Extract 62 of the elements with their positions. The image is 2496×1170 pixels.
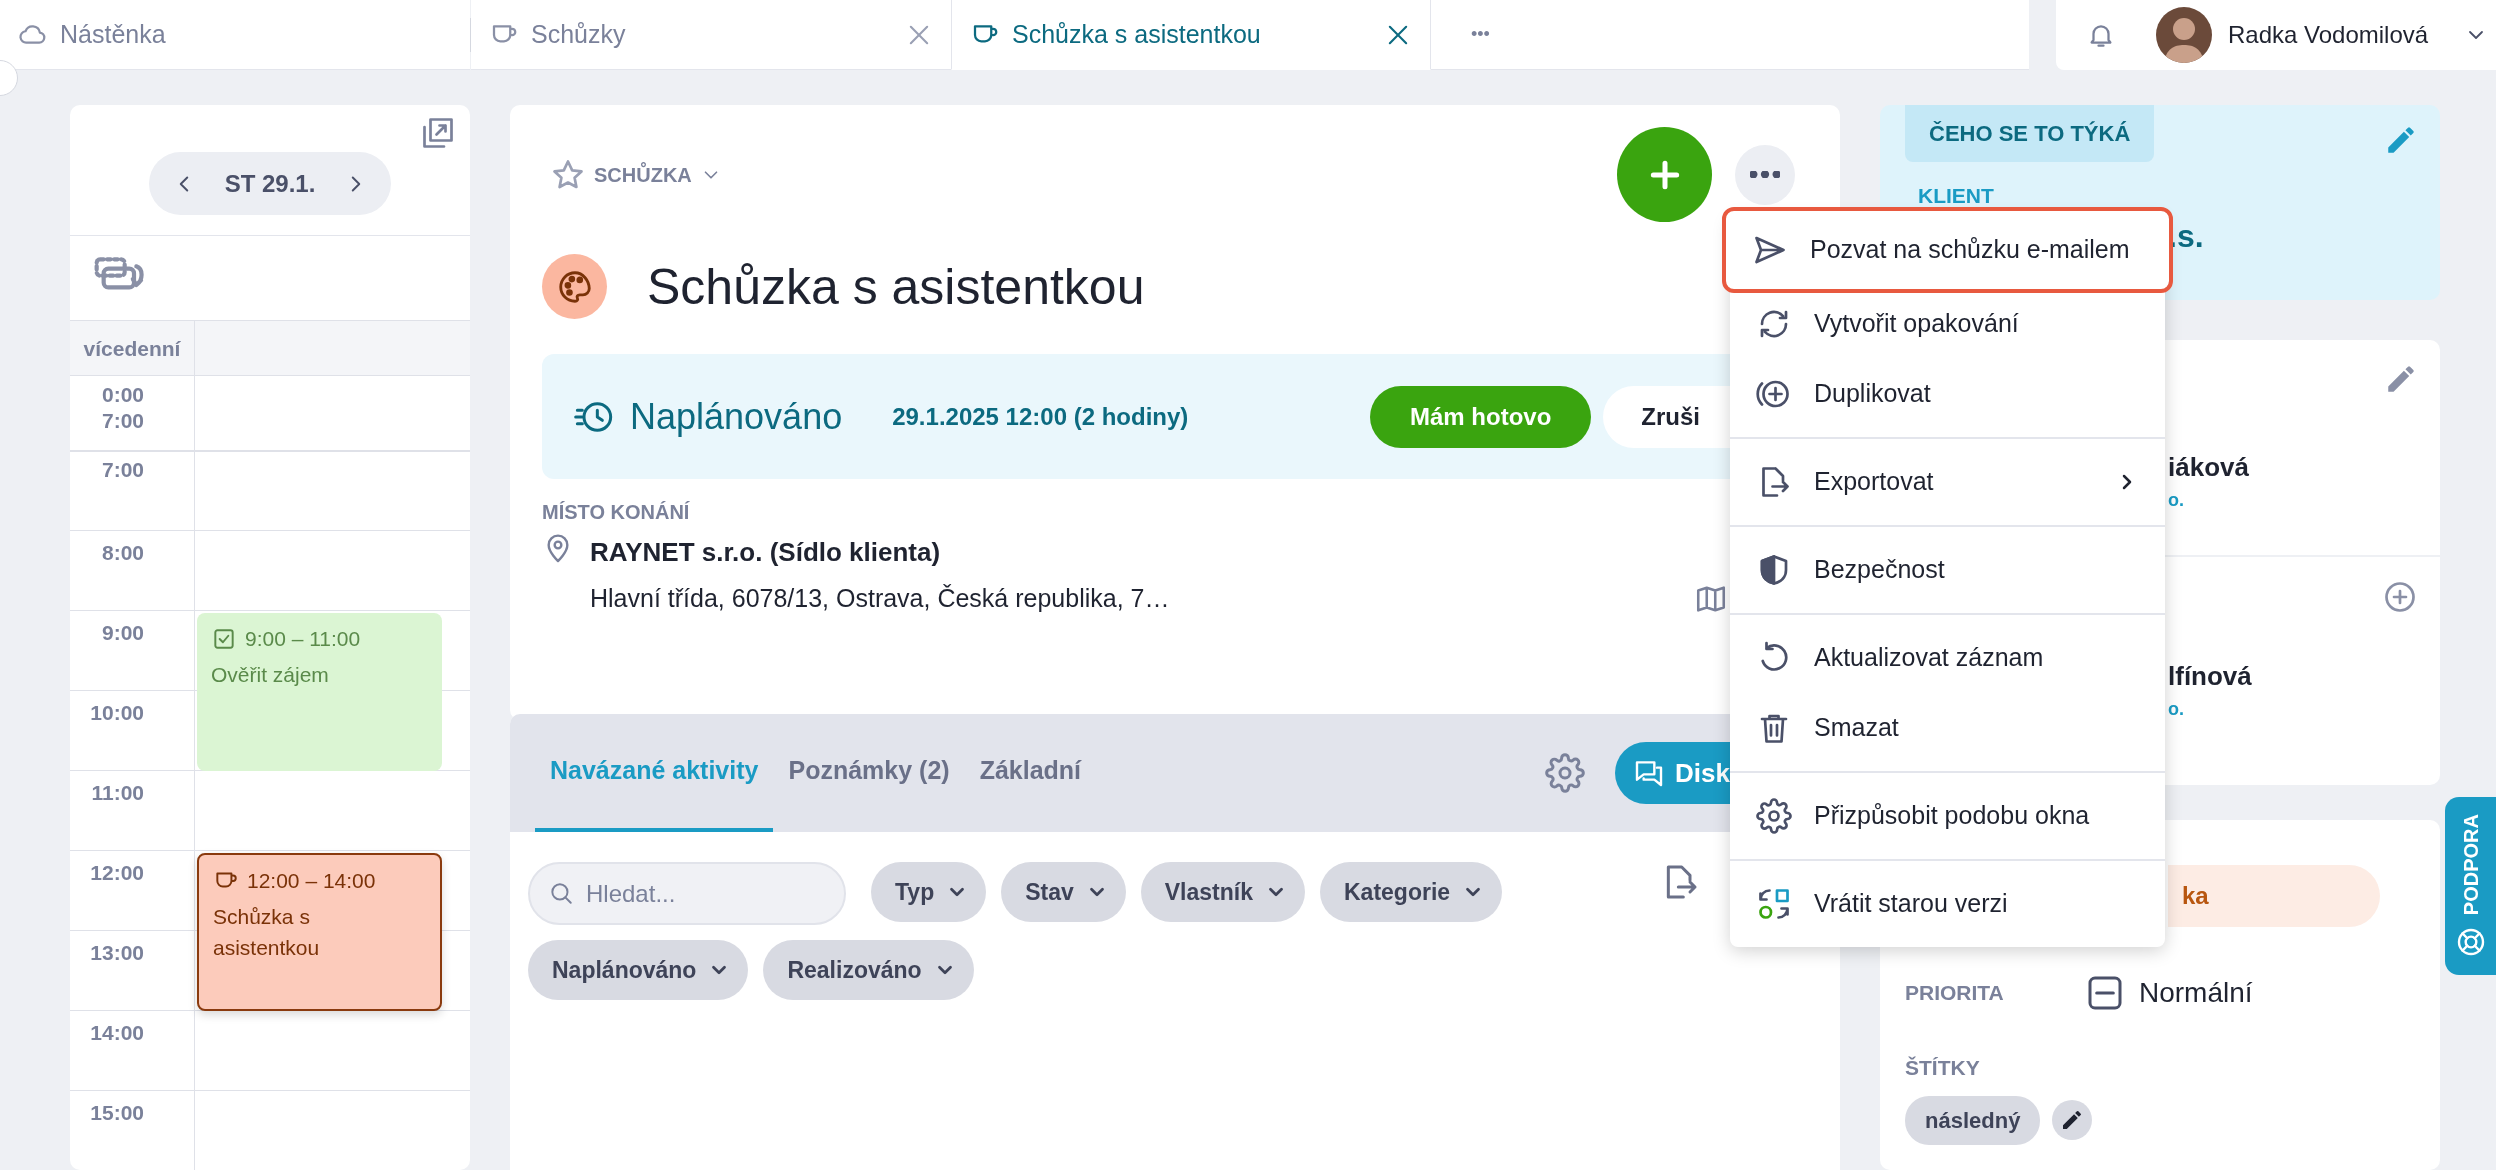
menu-item[interactable]: Vrátit starou verzi [1730, 869, 2165, 939]
contact-name[interactable]: iáková [2168, 448, 2440, 487]
avatar [2156, 7, 2212, 63]
menu-item[interactable]: Aktualizovat záznam [1730, 623, 2165, 693]
tag-chip: následný [1905, 1095, 2041, 1145]
field-label: ŠTÍTKY [1905, 1055, 1981, 1081]
status-text: Naplánováno [630, 394, 843, 439]
date-picker[interactable]: ST 29.1. [148, 152, 392, 215]
tab[interactable]: Schůzky [471, 0, 951, 70]
time-label: 13:00 [90, 941, 144, 964]
record-type[interactable]: SCHŮZKA [594, 159, 692, 190]
date-label: ST 29.1. [224, 168, 316, 199]
menu-item[interactable]: Vytvořit opakování [1730, 289, 2165, 359]
tab[interactable]: Poznámky (2) [773, 714, 965, 832]
column-header: vícedenní [83, 337, 181, 360]
event-title: Ověřit zájem [211, 661, 330, 688]
filter-dropdown[interactable]: Vlastník [1140, 862, 1305, 922]
time-label: 15:00 [90, 1101, 144, 1124]
filter-dropdown[interactable]: Naplánováno [528, 940, 749, 1000]
section-label: MÍSTO KONÁNÍ [542, 500, 691, 525]
field-label: KLIENT [1918, 183, 1995, 209]
event-title: Schůzka s asistentkou [213, 903, 321, 961]
time-label: 9:00 [101, 621, 144, 644]
filter-dropdown[interactable]: Stav [1001, 862, 1126, 922]
time-label: 7:00 [101, 408, 144, 435]
time-label: 14:00 [90, 1021, 144, 1044]
support-label: PODPORA [2458, 814, 2483, 916]
settings-icon[interactable] [1545, 753, 1585, 793]
record-title: Schůzka s asistentkou [647, 257, 1145, 317]
add-icon[interactable] [2382, 579, 2418, 615]
field-label: PRIORITA [1905, 980, 2005, 1007]
time-label: 7:00 [101, 458, 144, 481]
swap-icon [1756, 886, 1792, 922]
filter-dropdown[interactable]: Realizováno [763, 940, 974, 1000]
calendar-event[interactable]: 12:00 – 14:00 Schůzka s asistentkou [197, 853, 442, 1011]
search-icon [548, 880, 574, 906]
section-tag: ČEHO SE TO TÝKÁ [1905, 105, 2155, 162]
more-icon [1750, 171, 1780, 178]
settings-icon [1756, 798, 1792, 834]
time-label: 10:00 [90, 701, 144, 724]
event-time: 12:00 – 14:00 [247, 868, 376, 894]
tab[interactable]: Schůzka s asistentkou [951, 0, 1431, 70]
search-field[interactable]: Hledat... [528, 862, 846, 925]
time-label: 8:00 [101, 541, 144, 564]
status-badge[interactable]: ka [2168, 865, 2380, 927]
tab[interactable]: ••• [1431, 0, 2029, 70]
place-address: Hlavní třída, 6078/13, Ostrava, Česká republika, 7… [590, 583, 1170, 614]
edit-tags-button[interactable] [2052, 1100, 2093, 1140]
priority-value: Normální [2139, 976, 2253, 1010]
filter-dropdown[interactable]: Typ [871, 862, 987, 922]
popout-icon[interactable] [420, 115, 456, 151]
time-label: 12:00 [90, 861, 144, 884]
event-time: 9:00 – 11:00 [245, 626, 361, 652]
menu-item[interactable]: Exportovat [1730, 447, 2165, 517]
tab[interactable]: Základní [964, 714, 1097, 832]
tab[interactable]: Nástěnka [0, 0, 470, 70]
time-label: 0:00 [101, 382, 144, 408]
menu-item[interactable]: Bezpečnost [1730, 535, 2165, 605]
filter-dropdown[interactable]: Kategorie [1320, 862, 1503, 922]
contact-name[interactable]: lfínová [2168, 657, 2440, 696]
meeting-datetime: 29.1.2025 12:00 (2 hodiny) [892, 401, 1189, 432]
time-label: 11:00 [91, 781, 144, 804]
